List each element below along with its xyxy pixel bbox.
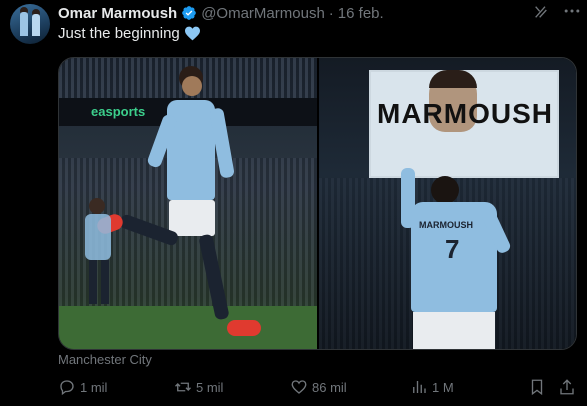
avatar-figure [32, 14, 40, 36]
bookmark-button[interactable] [528, 378, 546, 396]
photo-jumbotron[interactable]: MARMOUSH MARMOUSH 7 [319, 58, 576, 349]
bookmark-icon [531, 379, 543, 396]
photo-celebration[interactable]: easports [59, 58, 317, 349]
blue-heart-icon [184, 26, 200, 41]
jumbotron-text: MARMOUSH [377, 98, 553, 129]
pitch [59, 306, 317, 349]
media-caption[interactable]: Manchester City [58, 352, 152, 367]
repost-button[interactable]: 5 mil [174, 378, 223, 396]
heart-icon [291, 380, 307, 394]
views-button[interactable]: 1 M [410, 378, 454, 396]
reply-button[interactable]: 1 mil [58, 378, 107, 396]
tweet-text: Just the beginning [58, 25, 201, 42]
share-button[interactable] [558, 378, 576, 396]
tweet-header: Omar Marmoush @OmarMarmoush · 16 feb. [58, 2, 384, 24]
grok-icon[interactable] [533, 4, 549, 20]
tweet-date[interactable]: 16 feb. [338, 5, 384, 22]
tweet-actions: 1 mil 5 mil 86 mil 1 M [58, 378, 578, 402]
jumbotron-hair [429, 70, 477, 88]
share-icon [560, 379, 574, 395]
separator-dot: · [328, 4, 334, 22]
like-count: 86 mil [312, 379, 347, 395]
reply-icon [60, 380, 74, 396]
repost-count: 5 mil [196, 379, 224, 395]
jersey-name: MARMOUSH [419, 220, 473, 230]
more-options-icon[interactable] [562, 1, 582, 21]
tweet-media[interactable]: easports MARMOUSH MARMOUSH 7 [58, 57, 577, 350]
author-handle[interactable]: @OmarMarmoush [201, 5, 325, 22]
author-name[interactable]: Omar Marmoush [58, 5, 177, 22]
tweet-text-content: Just the beginning [58, 25, 180, 42]
jersey-number: 7 [445, 234, 460, 264]
reply-count: 1 mil [80, 379, 108, 395]
like-button[interactable]: 86 mil [290, 378, 347, 396]
repost-icon [175, 382, 191, 392]
views-icon [413, 381, 426, 393]
ad-board-text: easports [91, 104, 146, 119]
author-avatar[interactable] [10, 4, 50, 44]
views-count: 1 M [432, 379, 454, 395]
verified-badge-icon [182, 6, 197, 20]
avatar-figure [20, 12, 28, 36]
